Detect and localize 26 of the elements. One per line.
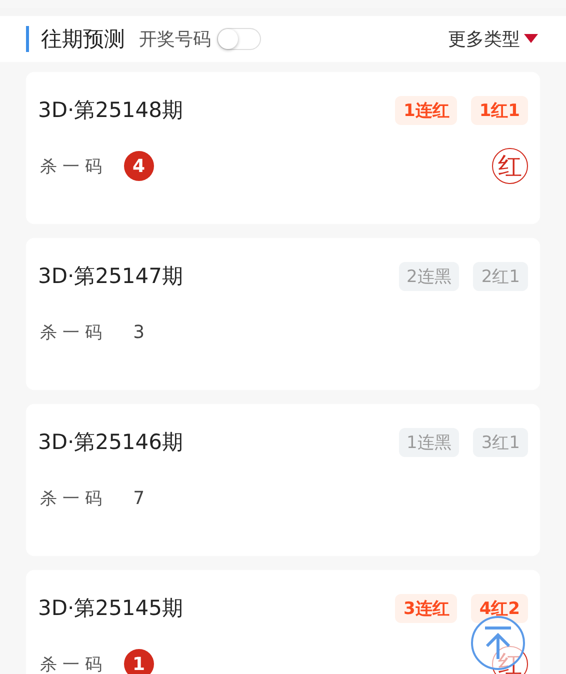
result-badge: 红 — [492, 148, 528, 184]
number-value: 4 — [124, 151, 154, 181]
section-title: 往期预测 — [41, 26, 125, 53]
issue-title: 3D·第25146期 — [38, 429, 184, 456]
more-types-dropdown[interactable]: 更多类型 — [448, 27, 520, 51]
streak-tag: 3红1 — [473, 428, 528, 456]
number-value: 7 — [132, 486, 146, 510]
number-value: 3 — [132, 320, 146, 344]
streak-tag: 3连红 — [395, 594, 458, 622]
issue-title: 3D·第25145期 — [38, 595, 184, 622]
prediction-label: 杀 一 码 — [40, 654, 102, 674]
caret-icon[interactable] — [524, 34, 538, 44]
streak-tag: 2连黑 — [398, 262, 460, 290]
prediction-label: 杀 一 码 — [40, 488, 102, 510]
streak-tag: 4红2 — [471, 594, 528, 622]
streak-tag: 1连红 — [395, 96, 458, 124]
number-value: 1 — [124, 649, 154, 674]
streak-tag: 2红1 — [473, 262, 528, 290]
prediction-label: 杀 一 码 — [40, 156, 102, 178]
draw-numbers-toggle[interactable] — [217, 28, 261, 50]
toggle-label: 开奖号码 — [139, 28, 211, 51]
issue-title: 3D·第25147期 — [38, 263, 184, 290]
prediction-label: 杀 一 码 — [40, 322, 102, 344]
streak-tag: 1连黑 — [398, 428, 460, 456]
streak-tag: 1红1 — [471, 96, 528, 124]
issue-title: 3D·第25148期 — [38, 97, 184, 124]
